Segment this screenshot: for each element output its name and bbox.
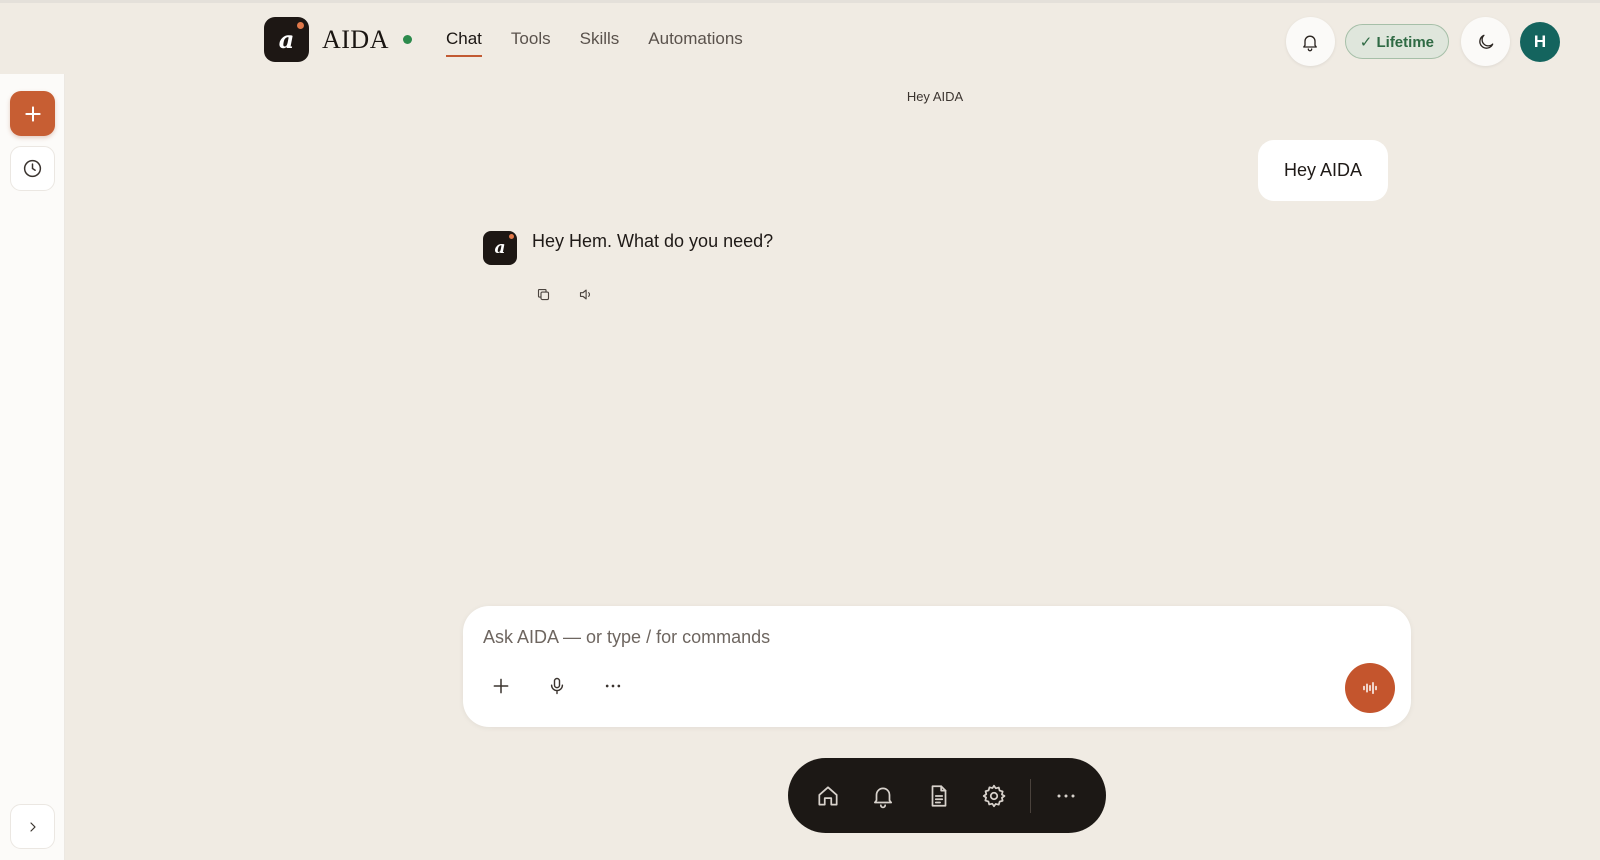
- attach-button[interactable]: [489, 674, 513, 698]
- aida-logo-icon: a: [264, 17, 309, 62]
- tab-automations[interactable]: Automations: [648, 29, 743, 57]
- notifications-button[interactable]: [1285, 17, 1335, 66]
- main-nav: Chat Tools Skills Automations: [446, 29, 743, 57]
- user-message-bubble: Hey AIDA: [1258, 140, 1388, 201]
- bell-icon: [1303, 35, 1318, 51]
- dock-settings-button[interactable]: [978, 779, 1009, 813]
- speaker-icon: [579, 289, 590, 299]
- brand-name: AIDA: [322, 24, 389, 54]
- history-button[interactable]: [10, 146, 55, 191]
- top-bar: a AIDA Chat Tools Skills Automations ✓ L…: [0, 0, 1600, 74]
- sidebar: [0, 74, 65, 860]
- voice-mode-button[interactable]: [1345, 663, 1395, 713]
- copy-icon: [537, 288, 549, 300]
- tab-chat[interactable]: Chat: [446, 29, 482, 57]
- document-icon: [931, 784, 946, 807]
- user-message-text: Hey AIDA: [1283, 160, 1363, 180]
- gear-icon: [982, 784, 1006, 807]
- assistant-avatar-dot: [509, 234, 514, 239]
- more-icon: [1057, 794, 1075, 797]
- copy-message-button[interactable]: [532, 283, 554, 305]
- moon-icon: [1478, 34, 1493, 49]
- conversation-title: Hey AIDA: [906, 89, 964, 104]
- brand[interactable]: a AIDA: [264, 17, 412, 62]
- app-root: a AIDA Chat Tools Skills Automations ✓ L…: [0, 0, 1600, 860]
- plus-icon: [24, 105, 41, 122]
- composer-tools: [489, 674, 625, 698]
- logo-dot: [297, 22, 304, 29]
- clock-icon: [23, 159, 42, 178]
- dock-divider: [1029, 778, 1031, 813]
- dock-more-button[interactable]: [1051, 779, 1082, 813]
- expand-sidebar-button[interactable]: [10, 804, 55, 849]
- bottom-dock: [788, 758, 1106, 833]
- message-actions: [532, 283, 596, 305]
- more-options-button[interactable]: [601, 674, 625, 698]
- waveform-icon: [1363, 682, 1377, 694]
- read-aloud-button[interactable]: [574, 283, 596, 305]
- dock-documents-button[interactable]: [923, 779, 954, 813]
- more-icon: [605, 684, 621, 688]
- lifetime-badge[interactable]: ✓ Lifetime: [1344, 24, 1449, 59]
- plus-icon: [493, 678, 509, 694]
- assistant-avatar-letter: a: [494, 238, 506, 258]
- online-status-icon: [403, 35, 412, 44]
- tab-tools[interactable]: Tools: [511, 29, 551, 57]
- assistant-avatar-icon: a: [483, 231, 517, 265]
- theme-toggle-button[interactable]: [1461, 17, 1510, 66]
- microphone-icon: [550, 677, 564, 695]
- assistant-message-text: Hey Hem. What do you need?: [532, 231, 774, 251]
- dock-home-button[interactable]: [812, 779, 843, 813]
- home-icon: [818, 785, 838, 806]
- message-composer: [463, 606, 1411, 727]
- message-input[interactable]: [483, 624, 1343, 650]
- tab-skills[interactable]: Skills: [580, 29, 620, 57]
- dictation-button[interactable]: [545, 674, 569, 698]
- user-avatar[interactable]: H: [1520, 21, 1560, 62]
- bell-icon: [874, 787, 893, 808]
- header-actions: ✓ Lifetime H: [1285, 17, 1560, 66]
- logo-letter: a: [278, 25, 295, 54]
- dock-notifications-button[interactable]: [867, 779, 898, 813]
- chevron-right-icon: [29, 821, 36, 832]
